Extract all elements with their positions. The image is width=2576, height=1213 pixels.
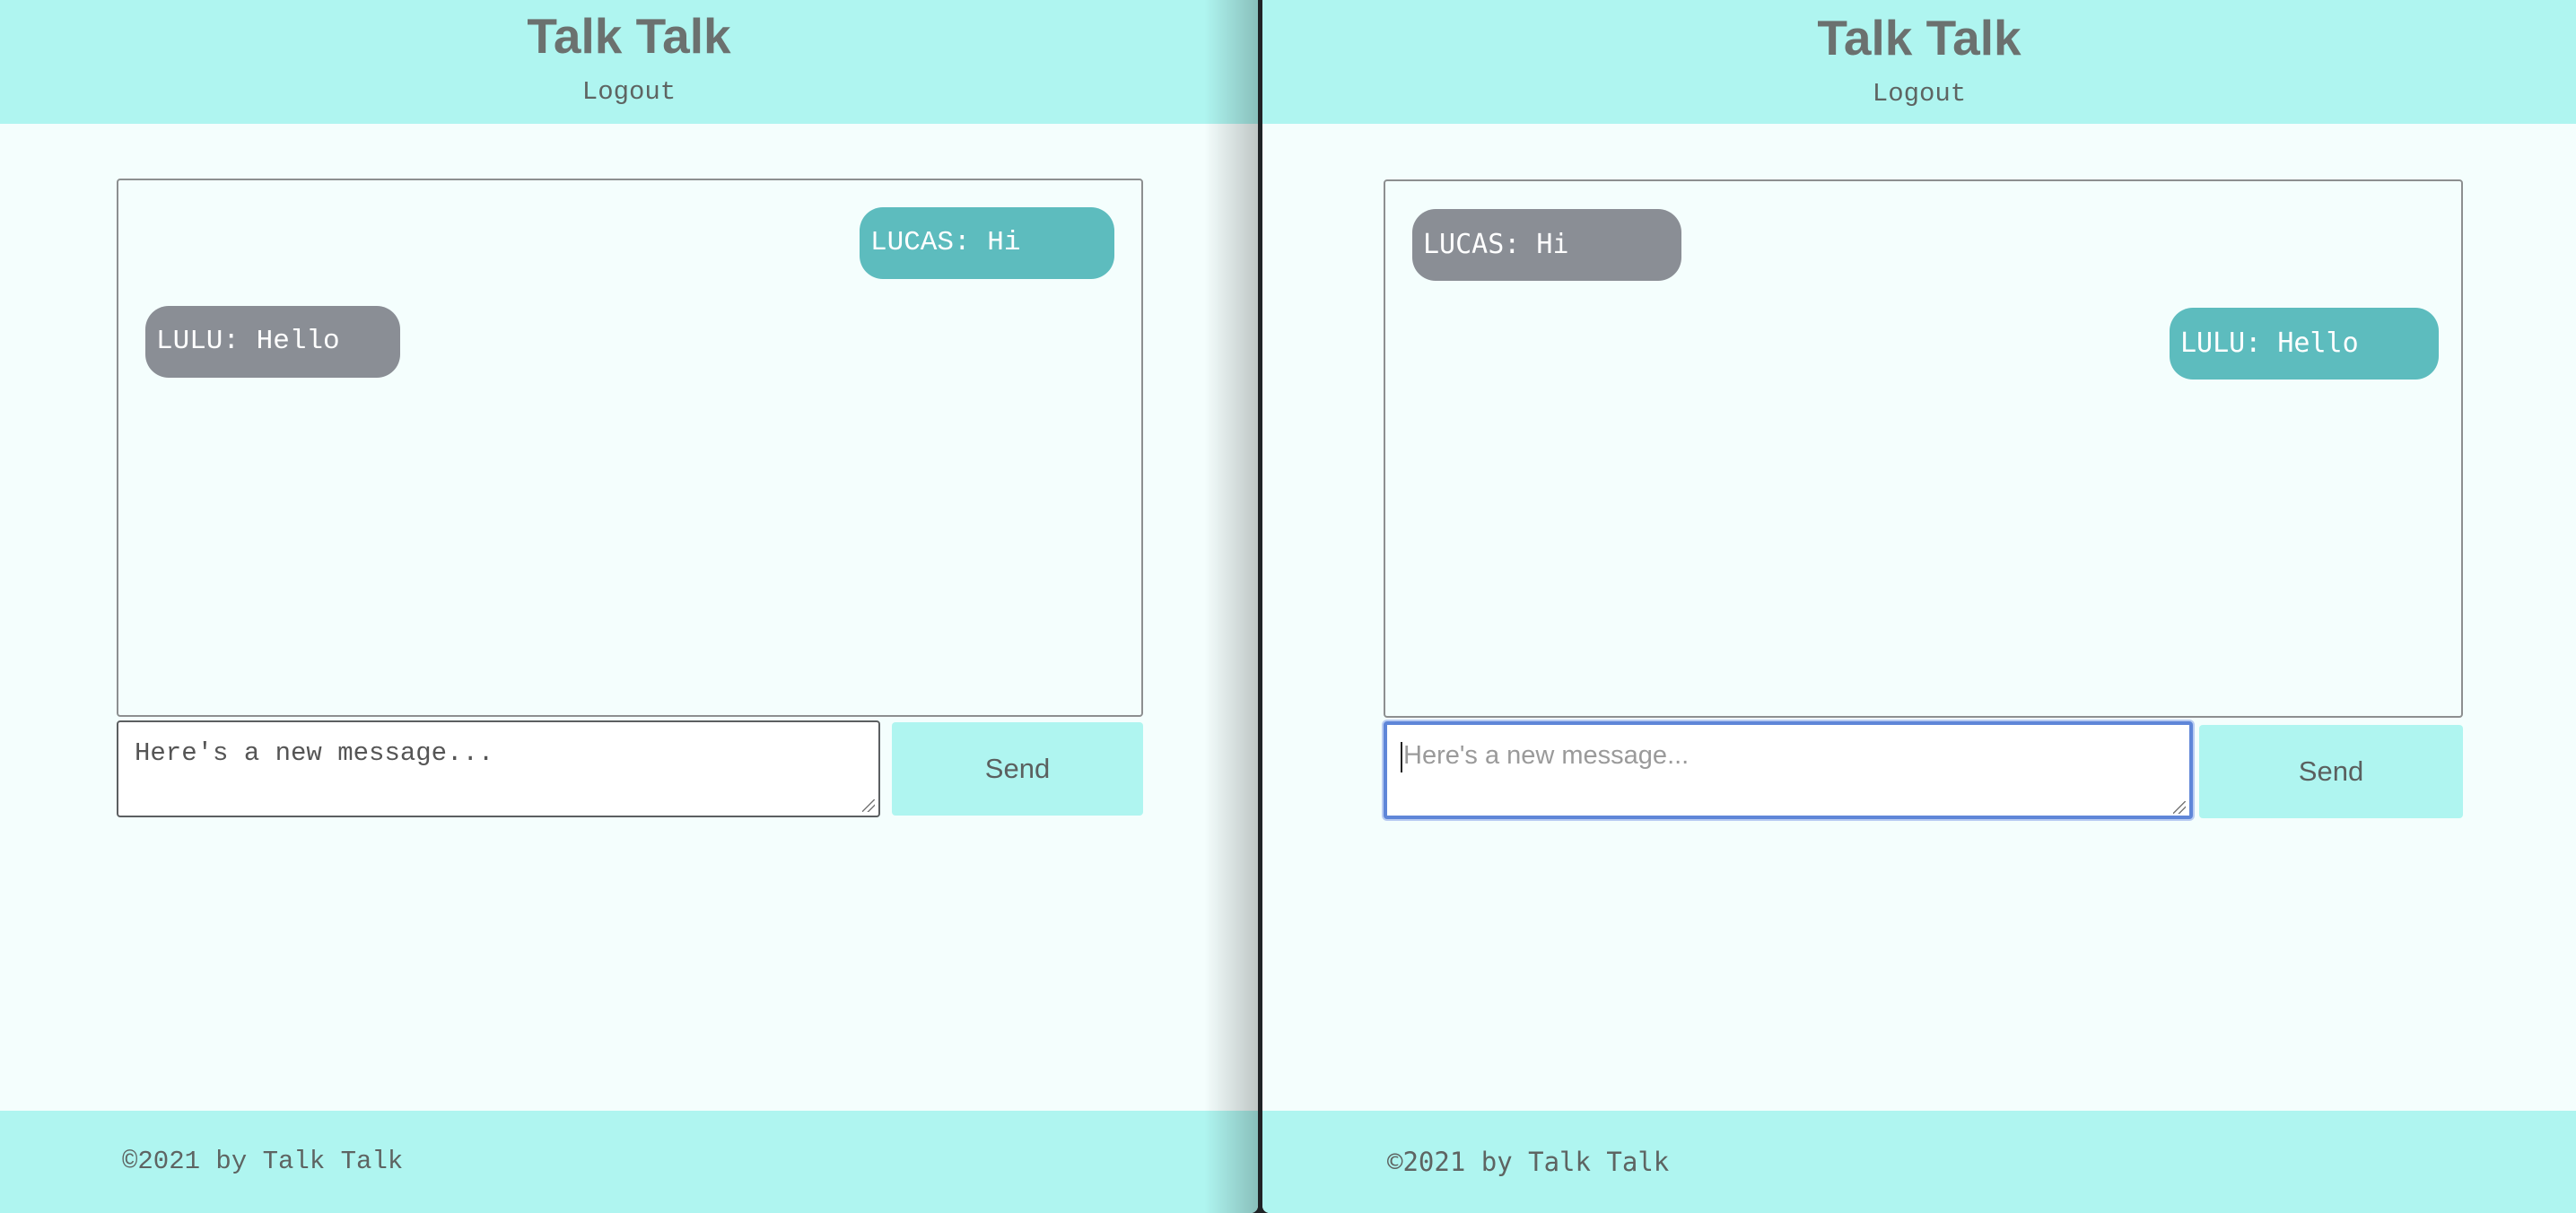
app-header: Talk Talk Logout [0,0,1258,124]
app-title: Talk Talk [527,8,731,64]
message-input[interactable] [1384,721,2193,819]
logout-link[interactable]: Logout [1873,79,1966,109]
send-button[interactable]: Send [2199,725,2463,818]
chat-window-left: Talk Talk Logout LUCAS: Hi LULU: Hello S… [0,0,1258,1213]
app-footer: ©2021 by Talk Talk [1262,1111,2576,1213]
message-input[interactable] [117,720,880,817]
message-list[interactable]: LUCAS: Hi LULU: Hello [117,179,1143,717]
message-bubble-own: LUCAS: Hi [860,207,1114,279]
message-bubble-own: LULU: Hello [2170,308,2439,380]
chat-window-right: Talk Talk Logout LUCAS: Hi LULU: Hello S… [1262,0,2576,1213]
app-footer: ©2021 by Talk Talk [0,1111,1258,1213]
text-cursor [1401,742,1402,772]
message-bubble-other: LUCAS: Hi [1412,209,1681,281]
logout-link[interactable]: Logout [582,77,676,107]
send-button[interactable]: Send [892,722,1143,816]
app-title: Talk Talk [1817,10,2022,65]
footer-copyright: ©2021 by Talk Talk [1387,1147,1670,1177]
message-bubble-other: LULU: Hello [145,306,400,378]
message-list[interactable]: LUCAS: Hi LULU: Hello [1384,179,2463,718]
app-header: Talk Talk Logout [1262,0,2576,124]
footer-copyright: ©2021 by Talk Talk [122,1147,404,1176]
